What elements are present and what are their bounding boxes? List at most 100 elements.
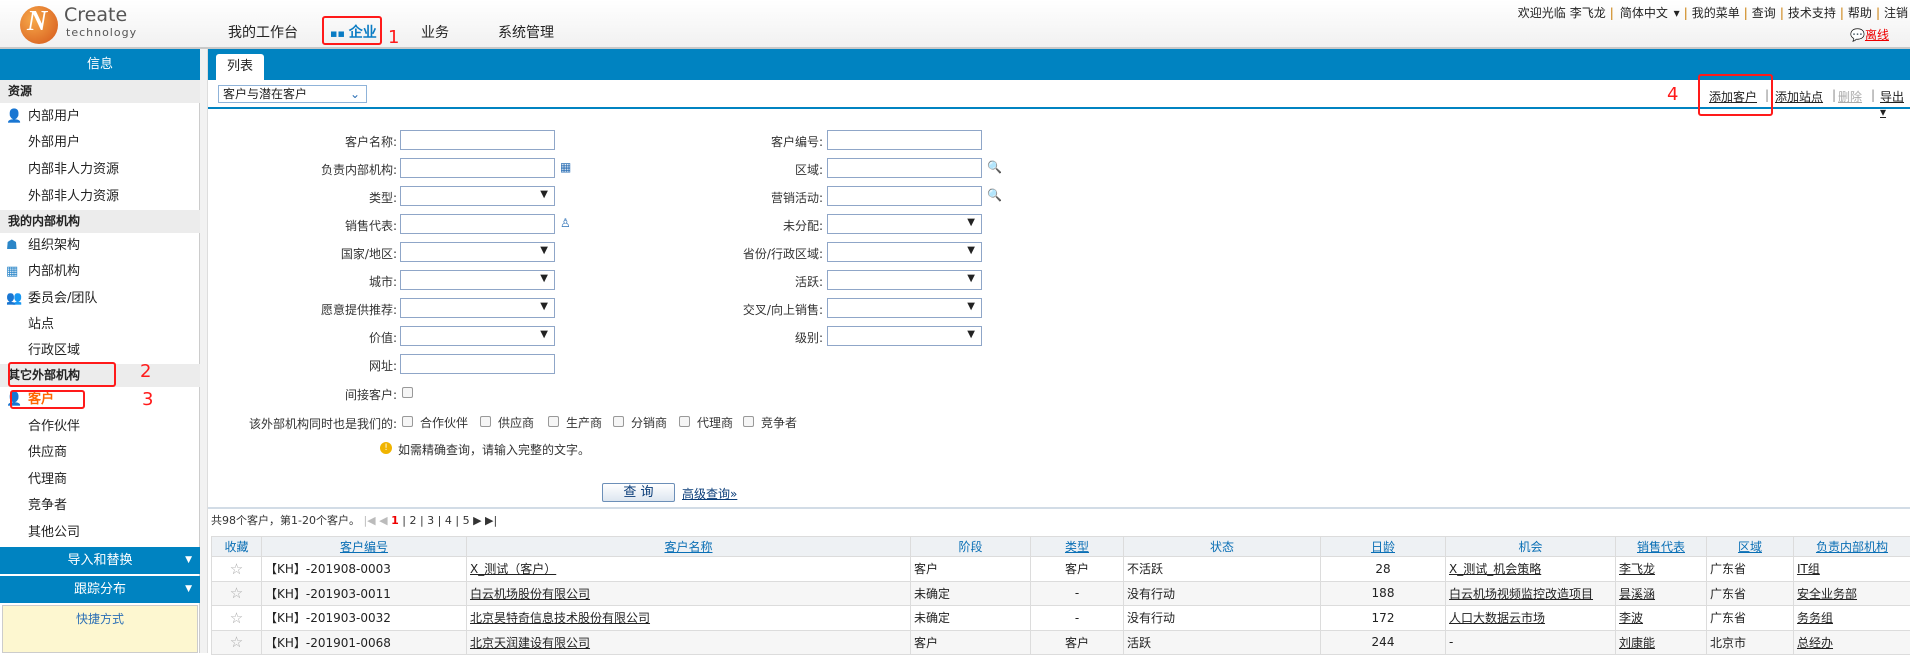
search-add-icon[interactable]: 🔍 (987, 160, 1002, 174)
select-field[interactable]: ▼ (827, 270, 982, 290)
favorite-star-icon[interactable]: ☆ (230, 633, 243, 651)
sidebar-item-site[interactable]: 站点 (0, 312, 200, 338)
select-field[interactable]: ▼ (400, 186, 555, 206)
help-link[interactable]: 帮助 (1848, 6, 1872, 20)
cell-link[interactable]: 总经办 (1797, 636, 1833, 650)
cell-link[interactable]: 李飞龙 (1619, 562, 1655, 576)
logout-link[interactable]: 注销 (1884, 6, 1908, 20)
favorite-star-icon[interactable]: ☆ (230, 584, 243, 602)
sidebar-item-internal-org[interactable]: ▦内部机构 (0, 259, 200, 285)
nav-enterprise[interactable]: ▪▪ 企业 (330, 22, 377, 42)
also-checkbox[interactable] (613, 416, 624, 427)
table-cell[interactable]: 总经办 (1794, 630, 1910, 655)
nav-system[interactable]: 系统管理 (498, 22, 554, 42)
table-cell[interactable]: 安全业务部 (1794, 581, 1910, 606)
table-cell[interactable]: X_测试_机会策略 (1446, 557, 1616, 582)
add-site-link[interactable]: 添加站点 (1775, 88, 1823, 105)
table-cell[interactable]: 白云机场视频监控改造项目 (1446, 581, 1616, 606)
import-replace-bar[interactable]: 导入和替换▼ (0, 547, 200, 574)
favorite-star-icon[interactable]: ☆ (230, 560, 243, 578)
page-2[interactable]: 2 (409, 514, 416, 527)
column-header[interactable]: 类型 (1031, 537, 1124, 557)
filter-select[interactable]: 客户与潜在客户⌄ (218, 85, 367, 103)
sidebar-item-org-chart[interactable]: ☗组织架构 (0, 233, 200, 259)
select-field[interactable]: ▼ (400, 242, 555, 262)
cell-link[interactable]: 刘康能 (1619, 636, 1655, 650)
page-1[interactable]: 1 (391, 514, 399, 527)
sidebar-item-other[interactable]: 其他公司 (0, 520, 200, 546)
favorite-star-icon[interactable]: ☆ (230, 609, 243, 627)
sidebar-item-region[interactable]: 行政区域 (0, 338, 200, 364)
table-cell[interactable]: 白云机场股份有限公司 (467, 581, 911, 606)
text-field[interactable] (827, 158, 982, 178)
text-field[interactable] (827, 186, 982, 206)
indirect-checkbox[interactable] (402, 387, 413, 398)
cell-link[interactable]: 白云机场视频监控改造项目 (1449, 587, 1593, 601)
favorite-cell[interactable]: ☆ (212, 606, 262, 631)
person-icon[interactable]: ♙ (560, 216, 571, 230)
delete-link[interactable]: 删除 (1838, 88, 1862, 105)
user-name[interactable]: 李飞龙 (1570, 6, 1606, 20)
query-link[interactable]: 查询 (1752, 6, 1776, 20)
next-page-icon[interactable]: ▶ (473, 514, 481, 527)
status-offline[interactable]: 💬离线 (1850, 26, 1889, 43)
favorite-cell[interactable]: ☆ (212, 557, 262, 582)
also-checkbox[interactable] (402, 416, 413, 427)
table-cell[interactable]: 务务组 (1794, 606, 1910, 631)
sidebar-item-agent[interactable]: 代理商 (0, 467, 200, 493)
text-field[interactable] (400, 354, 555, 374)
support-link[interactable]: 技术支持 (1788, 6, 1836, 20)
nav-business[interactable]: 业务 (421, 22, 449, 42)
export-link[interactable]: 导出 ▾ (1880, 88, 1910, 119)
select-field[interactable]: ▼ (827, 214, 982, 234)
cell-link[interactable]: X_测试（客户） (470, 562, 556, 576)
table-cell[interactable]: X_测试（客户） (467, 557, 911, 582)
tab-list[interactable]: 列表 (216, 54, 264, 80)
favorite-cell[interactable]: ☆ (212, 630, 262, 655)
sidebar-item-team[interactable]: 👥委员会/团队 (0, 286, 200, 312)
column-header[interactable]: 区域 (1707, 537, 1794, 557)
favorite-cell[interactable]: ☆ (212, 581, 262, 606)
column-header[interactable]: 销售代表 (1616, 537, 1707, 557)
table-cell[interactable]: 北京天润建设有限公司 (467, 630, 911, 655)
sidebar-item-external-nonhuman[interactable]: 外部非人力资源 (0, 184, 200, 210)
column-header[interactable]: 负责内部机构 (1794, 537, 1910, 557)
add-customer-link[interactable]: 添加客户 (1709, 88, 1757, 105)
search-button[interactable]: 查 询 (602, 483, 675, 502)
cell-link[interactable]: 安全业务部 (1797, 587, 1857, 601)
select-field[interactable]: ▼ (827, 298, 982, 318)
prev-page-icon[interactable]: ◀ (379, 514, 387, 527)
select-field[interactable]: ▼ (400, 326, 555, 346)
building-icon[interactable]: ▦ (560, 160, 571, 174)
also-checkbox[interactable] (480, 416, 491, 427)
table-cell[interactable]: 昙溪涵 (1616, 581, 1707, 606)
cell-link[interactable]: 李波 (1619, 611, 1643, 625)
sidebar-item-external-users[interactable]: 外部用户 (0, 130, 200, 156)
table-cell[interactable]: IT组 (1794, 557, 1910, 582)
text-field[interactable] (400, 130, 555, 150)
text-field[interactable] (400, 214, 555, 234)
column-header[interactable]: 客户编号 (262, 537, 467, 557)
sidebar-item-supplier[interactable]: 供应商 (0, 440, 200, 466)
search-add-icon[interactable]: 🔍 (987, 188, 1002, 202)
last-page-icon[interactable]: ▶| (485, 514, 497, 527)
sidebar-item-internal-nonhuman[interactable]: 内部非人力资源 (0, 157, 200, 183)
also-checkbox[interactable] (548, 416, 559, 427)
table-cell[interactable]: 人口大数据云市场 (1446, 606, 1616, 631)
shortcut-panel[interactable]: 快捷方式 (2, 605, 198, 653)
language-select[interactable]: 简体中文 ▾ (1618, 6, 1680, 20)
table-cell[interactable]: 李飞龙 (1616, 557, 1707, 582)
cell-link[interactable]: 北京昊特奇信息技术股份有限公司 (470, 611, 650, 625)
select-field[interactable]: ▼ (400, 270, 555, 290)
tracking-bar[interactable]: 跟踪分布▼ (0, 576, 200, 603)
sidebar-item-internal-users[interactable]: 👤内部用户 (0, 104, 200, 130)
select-field[interactable]: ▼ (400, 298, 555, 318)
nav-workbench[interactable]: 我的工作台 (228, 22, 298, 42)
sidebar-item-competitor[interactable]: 竞争者 (0, 493, 200, 519)
column-header[interactable]: 日龄 (1321, 537, 1446, 557)
text-field[interactable] (827, 130, 982, 150)
table-cell[interactable]: 北京昊特奇信息技术股份有限公司 (467, 606, 911, 631)
my-menu-link[interactable]: 我的菜单 (1692, 6, 1740, 20)
also-checkbox[interactable] (743, 416, 754, 427)
cell-link[interactable]: 务务组 (1797, 611, 1833, 625)
